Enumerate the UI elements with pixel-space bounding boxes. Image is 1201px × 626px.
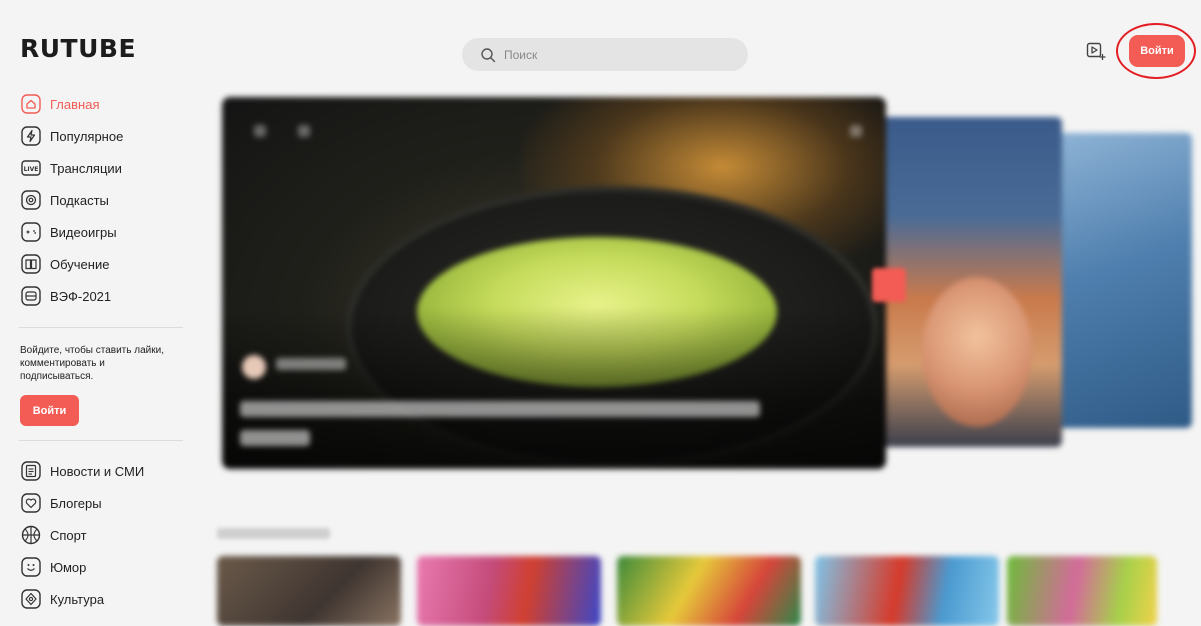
sidebar-item-label: Новости и СМИ <box>50 463 145 479</box>
sidebar-item-label: Юмор <box>50 559 87 575</box>
hero-gradient <box>222 307 886 469</box>
video-thumbnail[interactable] <box>417 556 601 626</box>
search-bar[interactable] <box>462 38 748 71</box>
sidebar-item-bloggers[interactable]: Блогеры <box>0 487 185 519</box>
sidebar-item-games[interactable]: Видеоигры <box>0 216 185 248</box>
video-thumbnail[interactable] <box>617 556 801 626</box>
sidebar-item-label: Культура <box>50 591 105 607</box>
sidebar-item-label: Главная <box>50 96 100 112</box>
sidebar-item-vef[interactable]: ВЭФ-2021 <box>0 280 185 312</box>
news-icon <box>21 461 41 481</box>
home-icon <box>21 94 41 114</box>
sidebar-item-popular[interactable]: Популярное <box>0 120 185 152</box>
sidebar-item-humor[interactable]: Юмор <box>0 551 185 583</box>
svg-text:LIVE: LIVE <box>24 166 39 173</box>
sidebar-login-button[interactable]: Войти <box>20 395 79 426</box>
sidebar-item-label: Видеоигры <box>50 224 117 240</box>
smile-icon <box>21 557 41 577</box>
heart-icon <box>21 493 41 513</box>
live-icon: LIVE <box>21 158 41 178</box>
sidebar-item-label: Подкасты <box>50 192 109 208</box>
login-prompt-text: Войдите, чтобы ставить лайки, комментиро… <box>20 345 164 382</box>
sidebar-item-label: Блогеры <box>50 495 102 511</box>
channel-name-blurred[interactable] <box>276 358 346 370</box>
gamepad-icon <box>21 222 41 242</box>
sidebar-item-label: ВЭФ-2021 <box>50 288 112 304</box>
sidebar-item-label: Обучение <box>50 256 110 272</box>
sidebar-item-news[interactable]: Новости и СМИ <box>0 455 185 487</box>
carousel-card-main[interactable] <box>222 97 886 469</box>
upload-video-icon[interactable] <box>1086 41 1106 61</box>
podcast-icon <box>21 190 41 210</box>
sidebar-item-label: Популярное <box>50 128 124 144</box>
search-icon <box>480 47 496 63</box>
vef-icon <box>21 286 41 306</box>
video-thumbnail[interactable] <box>1007 556 1157 626</box>
sidebar: Главная Популярное LIVE Трансляции Подка… <box>0 88 185 615</box>
channel-avatar[interactable] <box>242 355 266 379</box>
sidebar-item-label: Спорт <box>50 527 87 543</box>
mute-icon[interactable] <box>298 125 310 137</box>
rutube-logo[interactable]: RUTUBE <box>20 34 136 63</box>
sidebar-item-sport[interactable]: Спорт <box>0 519 185 551</box>
section-heading-blurred <box>217 528 330 539</box>
prev-icon[interactable] <box>254 125 266 137</box>
sidebar-item-education[interactable]: Обучение <box>0 248 185 280</box>
card-artwork <box>922 277 1032 427</box>
culture-icon <box>21 589 41 609</box>
sidebar-item-home[interactable]: Главная <box>0 88 185 120</box>
login-button[interactable]: Войти <box>1129 35 1185 67</box>
video-thumbnail[interactable] <box>815 556 999 626</box>
sidebar-item-label: Трансляции <box>50 160 122 176</box>
lightning-icon <box>21 126 41 146</box>
search-input[interactable] <box>504 47 704 62</box>
book-icon <box>21 254 41 274</box>
sidebar-item-culture[interactable]: Культура <box>0 583 185 615</box>
sidebar-item-podcasts[interactable]: Подкасты <box>0 184 185 216</box>
carousel-next-button[interactable] <box>872 268 906 302</box>
login-prompt-block: Войдите, чтобы ставить лайки, комментиро… <box>0 328 185 440</box>
sidebar-item-live[interactable]: LIVE Трансляции <box>0 152 185 184</box>
carousel-card-next-2[interactable] <box>1052 133 1192 428</box>
video-title-blurred[interactable] <box>240 401 760 417</box>
more-icon[interactable] <box>850 125 862 137</box>
ball-icon <box>21 525 41 545</box>
video-thumbnail[interactable] <box>217 556 401 626</box>
video-title-blurred[interactable] <box>240 430 310 446</box>
